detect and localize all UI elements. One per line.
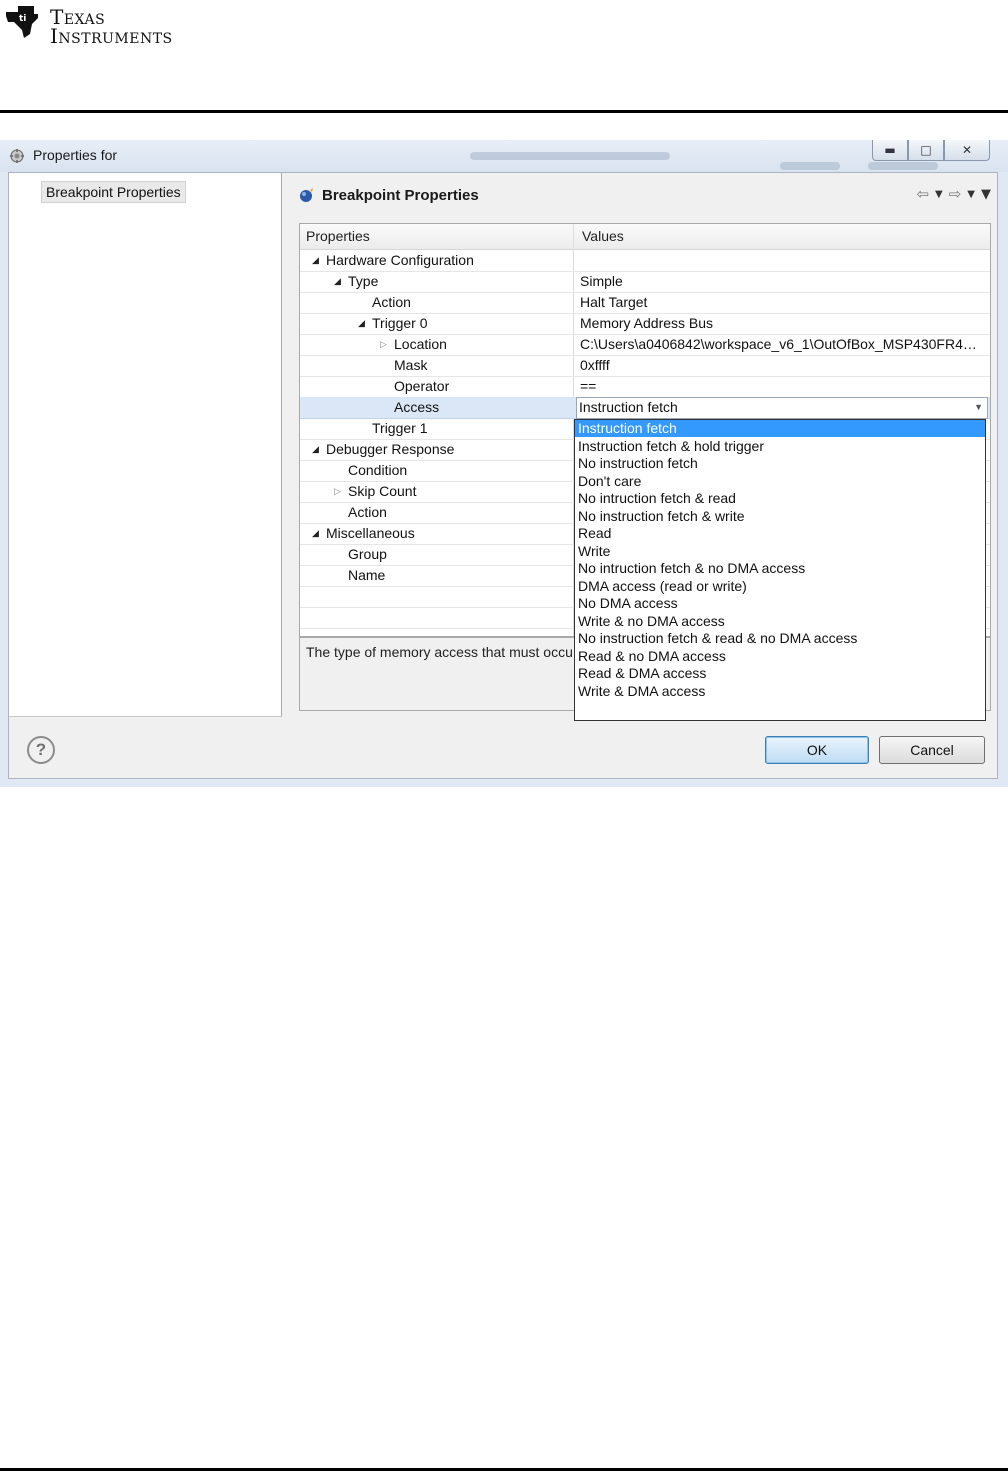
- dropdown-option[interactable]: Instruction fetch: [575, 420, 985, 437]
- nav-item-breakpoint-properties[interactable]: Breakpoint Properties: [41, 181, 186, 203]
- background-blur: [868, 162, 938, 170]
- dropdown-option[interactable]: No intruction fetch & no DMA access: [575, 560, 985, 577]
- property-value[interactable]: Simple: [580, 273, 984, 289]
- dropdown-option[interactable]: DMA access (read or write): [575, 578, 985, 595]
- property-name: Access: [394, 399, 440, 415]
- dropdown-option[interactable]: Write & no DMA access: [575, 613, 985, 630]
- table-row[interactable]: Operator ==: [300, 376, 990, 398]
- dropdown-option[interactable]: Read & no DMA access: [575, 648, 985, 665]
- access-combo[interactable]: Instruction fetch ▼: [576, 397, 988, 419]
- cancel-button[interactable]: Cancel: [879, 736, 985, 764]
- property-value[interactable]: 0xffff: [580, 357, 984, 373]
- property-name: Action: [372, 294, 411, 310]
- property-name: Action: [348, 504, 387, 520]
- back-arrow-icon[interactable]: ⇦: [916, 185, 929, 203]
- description-text: The type of memory access that must occu: [306, 644, 573, 660]
- property-name: Trigger 1: [372, 420, 428, 436]
- table-row[interactable]: ◢ Hardware Configuration: [300, 250, 990, 272]
- property-value[interactable]: C:\Users\a0406842\workspace_v6_1\OutOfBo…: [580, 336, 984, 352]
- window-title: Properties for: [33, 147, 118, 163]
- header-rule: [0, 110, 1008, 113]
- table-row[interactable]: ◢ Type Simple: [300, 271, 990, 293]
- footer-rule: [0, 1468, 1008, 1471]
- dropdown-option[interactable]: Write & DMA access: [575, 683, 985, 700]
- expanded-twisty-icon[interactable]: ◢: [358, 318, 368, 328]
- property-name: Name: [348, 567, 386, 583]
- expanded-twisty-icon[interactable]: ◢: [312, 444, 322, 454]
- table-row[interactable]: ▷ Location C:\Users\a0406842\workspace_v6_…: [300, 334, 990, 356]
- breakpoint-icon: [300, 188, 313, 202]
- app-gear-icon: [10, 149, 24, 163]
- close-icon[interactable]: ✕: [944, 140, 990, 161]
- view-menu-icon[interactable]: ▼: [981, 187, 991, 202]
- ti-logo-icon: ti: [6, 6, 38, 38]
- expanded-twisty-icon[interactable]: ◢: [312, 255, 322, 265]
- combo-value: Instruction fetch: [579, 399, 678, 415]
- property-name: Condition: [348, 462, 408, 478]
- page-nav: ⇦ ▼ ⇨ ▼ ▼: [916, 185, 991, 203]
- table-header: Properties Values: [300, 224, 990, 250]
- dropdown-option[interactable]: No instruction fetch & write: [575, 508, 985, 525]
- dropdown-option[interactable]: Don't care: [575, 473, 985, 490]
- dropdown-option[interactable]: No instruction fetch & read & no DMA acc…: [575, 630, 985, 647]
- property-name: Trigger 0: [372, 315, 428, 331]
- maximize-icon[interactable]: □: [908, 140, 944, 161]
- nav-tree: Breakpoint Properties: [9, 173, 282, 717]
- expanded-twisty-icon[interactable]: ◢: [334, 276, 344, 286]
- brand-line-2: Instruments: [50, 24, 173, 48]
- column-header-values[interactable]: Values: [582, 228, 624, 244]
- column-header-properties[interactable]: Properties: [306, 228, 370, 244]
- expanded-twisty-icon[interactable]: ◢: [312, 528, 322, 538]
- property-value[interactable]: Halt Target: [580, 294, 984, 310]
- dropdown-option[interactable]: No DMA access: [575, 595, 985, 612]
- property-name: Type: [348, 273, 379, 289]
- dropdown-option[interactable]: Read & DMA access: [575, 665, 985, 682]
- property-name: Debugger Response: [326, 441, 455, 457]
- dropdown-option[interactable]: No intruction fetch & read: [575, 490, 985, 507]
- background-blur: [470, 152, 670, 160]
- dropdown-icon[interactable]: ▼: [935, 189, 943, 200]
- title-bar[interactable]: Properties for ▬ □ ✕: [0, 140, 1008, 172]
- dropdown-icon[interactable]: ▼: [967, 189, 975, 200]
- property-name: Group: [348, 546, 387, 562]
- table-row[interactable]: Access Instruction fetch ▼: [300, 397, 990, 419]
- dropdown-option[interactable]: Read: [575, 525, 985, 542]
- property-name: Operator: [394, 378, 450, 394]
- background-blur: [780, 162, 840, 170]
- property-name: Hardware Configuration: [326, 252, 474, 268]
- dropdown-option[interactable]: No instruction fetch: [575, 455, 985, 472]
- table-row[interactable]: ◢ Trigger 0 Memory Address Bus: [300, 313, 990, 335]
- property-name: Mask: [394, 357, 428, 373]
- minimize-icon[interactable]: ▬: [872, 140, 908, 161]
- property-name: Location: [394, 336, 447, 352]
- forward-arrow-icon[interactable]: ⇨: [949, 185, 962, 203]
- table-row[interactable]: Mask 0xffff: [300, 355, 990, 377]
- chevron-down-icon[interactable]: ▼: [974, 402, 983, 412]
- property-name: Miscellaneous: [326, 525, 415, 541]
- collapsed-twisty-icon[interactable]: ▷: [334, 486, 344, 496]
- svg-text:ti: ti: [19, 14, 26, 24]
- help-icon[interactable]: ?: [27, 736, 55, 764]
- property-value[interactable]: Memory Address Bus: [580, 315, 984, 331]
- access-dropdown-list[interactable]: Instruction fetch Instruction fetch & hol…: [574, 419, 986, 721]
- dropdown-option[interactable]: Instruction fetch & hold trigger: [575, 438, 985, 455]
- property-name: Skip Count: [348, 483, 417, 499]
- dropdown-option[interactable]: Write: [575, 543, 985, 560]
- collapsed-twisty-icon[interactable]: ▷: [380, 339, 390, 349]
- ok-button[interactable]: OK: [765, 736, 869, 764]
- table-row[interactable]: Action Halt Target: [300, 292, 990, 314]
- property-value[interactable]: ==: [580, 378, 984, 394]
- page-title: Breakpoint Properties: [322, 187, 479, 204]
